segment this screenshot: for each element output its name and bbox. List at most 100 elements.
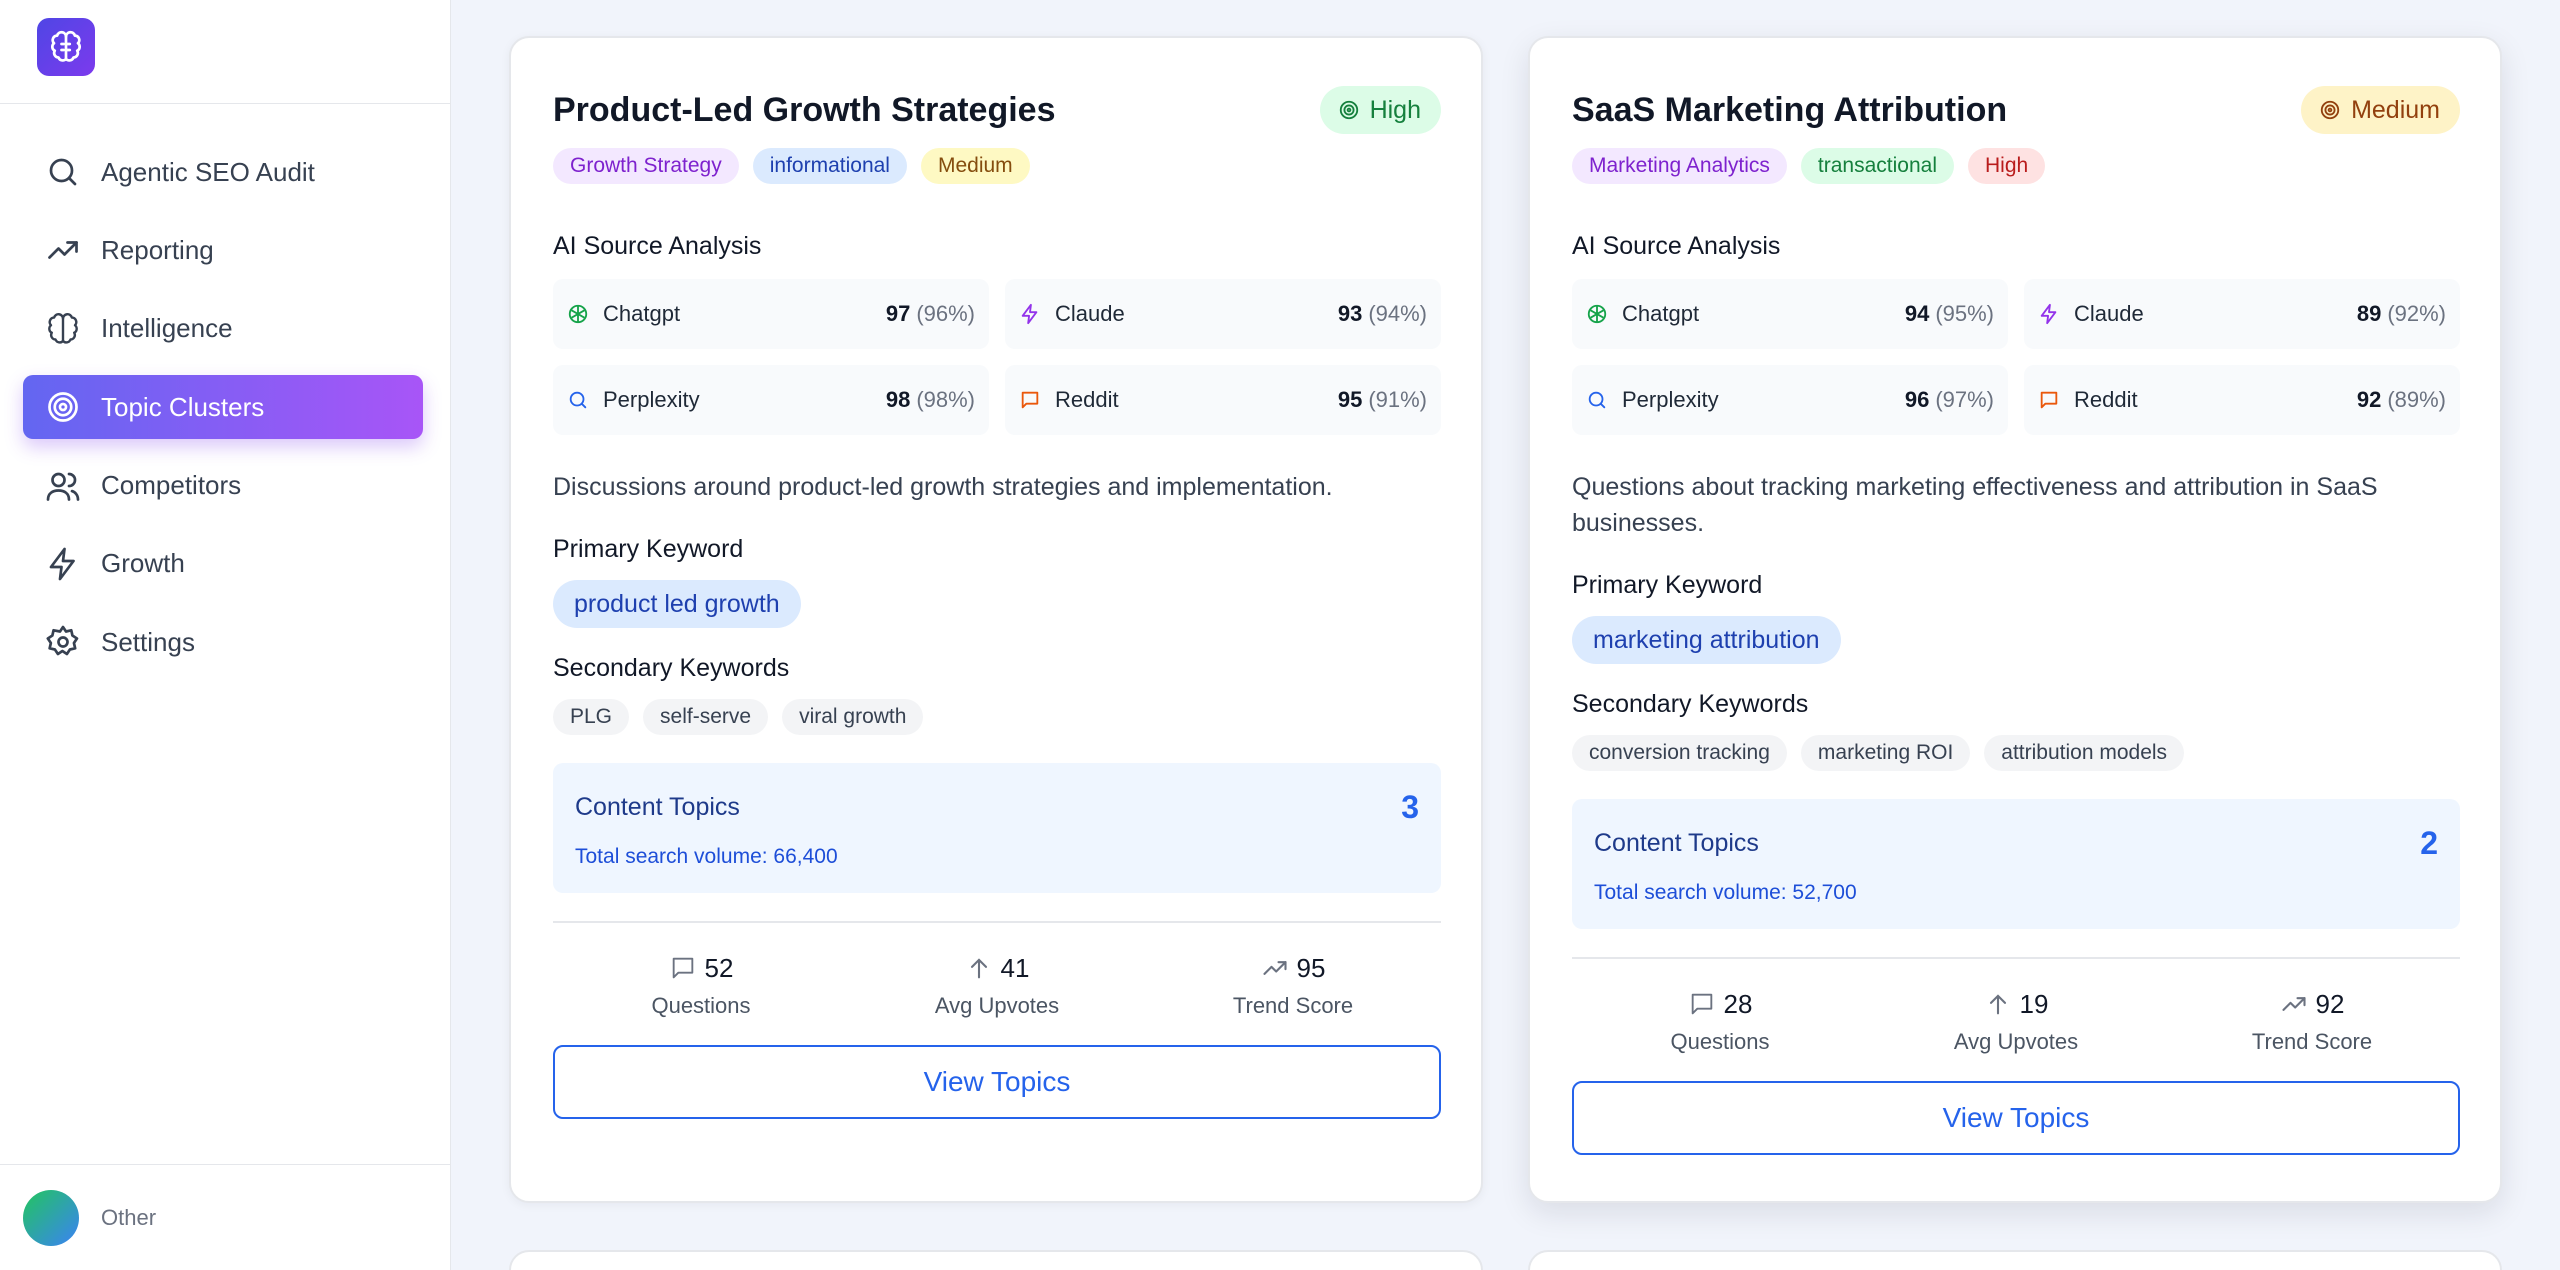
ai-score: 97: [885, 301, 911, 326]
stats-row: 28 Questions 19 Avg Upvotes 92 Trend Sco…: [1572, 987, 2460, 1055]
divider: [1572, 957, 2460, 959]
difficulty-tag: High: [1968, 148, 2046, 184]
category-tag: Growth Strategy: [553, 148, 739, 184]
ai-pct: (97%): [1935, 387, 1994, 412]
priority-label: Medium: [2351, 95, 2440, 124]
ai-source-name: Claude: [2074, 301, 2144, 326]
cluster-description: Questions about tracking marketing effec…: [1572, 473, 2378, 537]
main-nav: Agentic SEO Audit Reporting Intelligence…: [23, 140, 423, 689]
priority-badge: Medium: [2301, 86, 2460, 134]
sidebar-item-label: Agentic SEO Audit: [101, 156, 315, 187]
sidebar-item-intelligence[interactable]: Intelligence: [23, 297, 423, 361]
stat-value: 52: [704, 952, 734, 983]
ai-source-name: Perplexity: [603, 387, 700, 412]
ai-source-perplexity: Perplexity 96 (97%): [1572, 365, 2008, 435]
target-icon: [2320, 100, 2340, 120]
trend-up-icon: [1262, 961, 1287, 975]
ai-source-name: Reddit: [2074, 387, 2138, 412]
cluster-description: Discussions around product-led growth st…: [553, 473, 1333, 501]
ai-source-reddit: Reddit 95 (91%): [1005, 365, 1441, 435]
intent-tag: transactional: [1800, 148, 1954, 184]
stat-label: Trend Score: [2251, 1029, 2373, 1054]
secondary-keywords: PLG self-serve viral growth: [553, 699, 1441, 735]
ai-source-label: AI Source Analysis: [1572, 232, 1781, 260]
intent-tag: informational: [752, 148, 907, 184]
view-topics-button[interactable]: View Topics: [553, 1045, 1441, 1119]
ai-source-grid: Chatgpt 97 (96%) Claude 93 (94%) Perplexit…: [553, 279, 1441, 435]
secondary-keyword-chip: marketing ROI: [1800, 735, 1971, 771]
chatgpt-icon: [1587, 304, 1607, 324]
stat-label: Avg Upvotes: [1953, 1029, 2079, 1054]
divider: [553, 921, 1441, 923]
ai-pct: (91%): [1368, 387, 1427, 412]
stat-trend-score: 92 Trend Score: [2164, 987, 2460, 1055]
arrow-up-icon: [1989, 994, 2006, 1015]
sidebar-item-settings[interactable]: Settings: [23, 610, 423, 674]
content-topics-count: 3: [1401, 789, 1419, 825]
stat-value: 19: [2019, 988, 2049, 1019]
topic-cluster-card: Product-Led Growth Strategies High Growt…: [509, 36, 1483, 1203]
secondary-keywords-label: Secondary Keywords: [1572, 690, 1809, 718]
content-topics-label: Content Topics: [1594, 829, 1759, 857]
stat-value: 41: [1000, 952, 1030, 983]
tag-row: Growth Strategy informational Medium: [553, 148, 1441, 184]
target-icon: [1339, 100, 1358, 120]
avatar[interactable]: [23, 1189, 79, 1246]
secondary-keyword-chip: PLG: [553, 699, 630, 735]
logo-area: [0, 0, 450, 104]
primary-keyword-chip: product led growth: [553, 580, 801, 628]
users-icon: [46, 472, 80, 501]
priority-badge: High: [1319, 86, 1441, 134]
ai-source-reddit: Reddit 92 (89%): [2024, 365, 2460, 435]
secondary-keyword-chip: self-serve: [643, 699, 769, 735]
ai-source-name: Perplexity: [1622, 387, 1719, 412]
category-tag: Marketing Analytics: [1572, 148, 1787, 184]
message-icon: [672, 957, 693, 979]
search-volume: Total search volume: 66,400: [575, 845, 838, 868]
ai-source-claude: Claude 93 (94%): [1005, 279, 1441, 349]
zap-icon: [2040, 303, 2057, 325]
sidebar-item-label: Intelligence: [101, 313, 233, 344]
ai-source-grid: Chatgpt 94 (95%) Claude 89 (92%) Perplexit…: [1572, 279, 2460, 435]
secondary-keywords-label: Secondary Keywords: [553, 654, 790, 682]
ai-pct: (96%): [916, 301, 975, 326]
card-title: SaaS Marketing Attribution: [1572, 90, 2008, 129]
card-title: Product-Led Growth Strategies: [553, 90, 1056, 129]
ai-source-name: Chatgpt: [603, 301, 681, 326]
ai-source-label: AI Source Analysis: [553, 232, 762, 260]
tag-row: Marketing Analytics transactional High: [1572, 148, 2460, 184]
ai-source-perplexity: Perplexity 98 (98%): [553, 365, 989, 435]
ai-score: 92: [2356, 387, 2382, 412]
sidebar-item-agentic-seo-audit[interactable]: Agentic SEO Audit: [23, 140, 423, 204]
primary-keyword-chip: marketing attribution: [1572, 616, 1841, 664]
sidebar-item-label: Topic Clusters: [101, 391, 265, 422]
ai-pct: (94%): [1368, 301, 1427, 326]
ai-pct: (95%): [1935, 301, 1994, 326]
ai-source-name: Claude: [1055, 301, 1125, 326]
ai-score: 98: [885, 387, 911, 412]
secondary-keywords: conversion tracking marketing ROI attrib…: [1572, 735, 2460, 771]
priority-label: High: [1369, 95, 1421, 124]
content-topics-count: 2: [2420, 825, 2438, 861]
message-icon: [1691, 993, 1712, 1015]
message-icon: [1021, 391, 1039, 409]
sidebar-item-reporting[interactable]: Reporting: [23, 218, 423, 282]
ai-source-claude: Claude 89 (92%): [2024, 279, 2460, 349]
app-logo[interactable]: [37, 18, 95, 76]
ai-score: 96: [1904, 387, 1930, 412]
sidebar-item-label: Growth: [101, 548, 185, 579]
secondary-keyword-chip: conversion tracking: [1572, 735, 1787, 771]
stat-label: Questions: [1670, 1029, 1770, 1054]
sidebar-item-growth[interactable]: Growth: [23, 532, 423, 596]
secondary-keyword-chip: attribution models: [1984, 735, 2185, 771]
content-topics-box: Content Topics 3 Total search volume: 66…: [553, 763, 1441, 893]
sidebar-footer[interactable]: Other: [0, 1164, 451, 1270]
view-topics-button[interactable]: View Topics: [1572, 1081, 2460, 1155]
sidebar-item-competitors[interactable]: Competitors: [23, 454, 423, 518]
sidebar: Agentic SEO Audit Reporting Intelligence…: [0, 0, 451, 1270]
sidebar-item-label: Competitors: [101, 470, 242, 501]
ai-pct: (98%): [916, 387, 975, 412]
gear-icon: [46, 625, 79, 656]
sidebar-item-topic-clusters[interactable]: Topic Clusters: [23, 375, 423, 440]
ai-score: 93: [1337, 301, 1363, 326]
